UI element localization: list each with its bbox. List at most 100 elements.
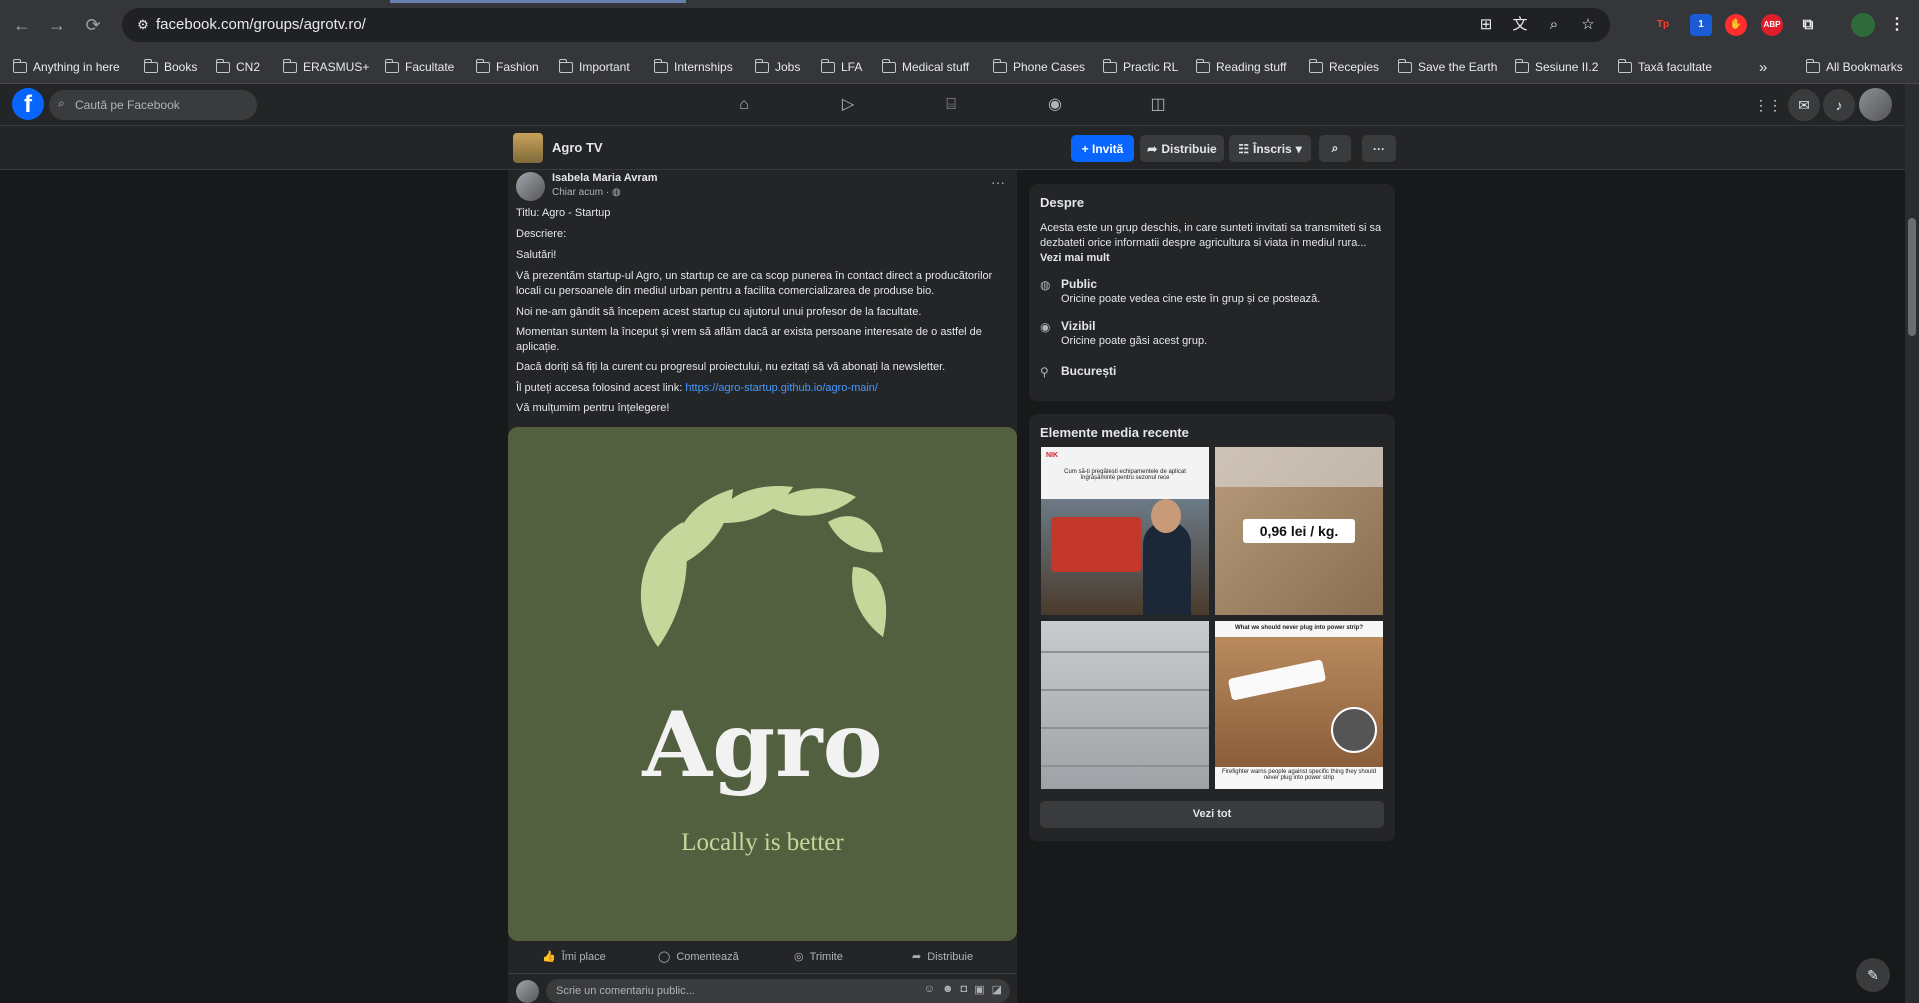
bookmark-folder[interactable]: CN2 [215,56,260,78]
share-post-button[interactable]: ➦ Distribuie [912,950,973,964]
extension-one-icon[interactable]: 1 [1690,14,1712,36]
gaming-icon[interactable]: ◫ [1144,92,1172,118]
post-image[interactable]: Agro Locally is better [508,427,1017,941]
tile-brand: NIK [1046,452,1059,459]
group-title[interactable]: Agro TV [552,140,603,155]
comment-input[interactable] [556,979,886,1003]
folder-icon [754,58,769,73]
extension-tp-icon[interactable]: Tp [1652,14,1674,36]
group-thumbnail[interactable] [513,133,543,163]
extensions-puzzle-icon[interactable]: ⧉ [1797,14,1819,36]
address-bar[interactable]: ⚙ facebook.com/groups/agrotv.ro/ ⊞ 文 ⌕ ☆ [122,8,1610,42]
group-more-icon[interactable]: ··· [1362,135,1396,162]
more-bookmarks-button[interactable]: » [1759,56,1767,78]
spreader-machine [1051,517,1141,572]
home-icon[interactable]: ⌂ [730,92,758,118]
forward-arrow-icon[interactable]: → [45,13,69,37]
facebook-logo-icon[interactable]: f [12,88,44,120]
bookmark-folder[interactable]: Phone Cases [992,56,1085,78]
bookmark-folder[interactable]: Taxă facultate [1617,56,1712,78]
location-pin-icon: ⚲ [1040,365,1049,379]
bookmark-folder[interactable]: Books [143,56,197,78]
extension-hand-icon[interactable]: ✋ [1725,14,1747,36]
groups-icon[interactable]: ◉ [1041,92,1069,118]
search-input[interactable] [75,90,251,120]
folder-icon [12,58,27,73]
account-avatar[interactable] [1859,88,1892,121]
about-description: Acesta este un grup deschis, in care sun… [1040,222,1382,264]
bookmark-folder[interactable]: Jobs [754,56,800,78]
facebook-search[interactable]: ⌕ [49,90,257,120]
folder-icon [143,58,158,73]
bookmark-folder[interactable]: Anything in here [12,56,120,78]
sticker-icon[interactable]: ◪ [992,983,1002,996]
media-tile-power-strip[interactable]: What we should never plug into power str… [1215,621,1383,789]
eye-icon: ◉ [1040,320,1051,334]
send-button[interactable]: ◎ Trimite [794,950,843,964]
scrollbar-thumb[interactable] [1908,218,1916,336]
bookmark-folder[interactable]: Save the Earth [1397,56,1497,78]
author-avatar[interactable] [516,172,545,201]
bookmark-folder[interactable]: Reading stuff [1195,56,1287,78]
menu-grid-icon[interactable]: ⋮⋮ [1752,89,1784,121]
bookmark-folder[interactable]: Sesiune II.2 [1514,56,1598,78]
new-message-compose-icon[interactable]: ✎ [1856,958,1890,992]
bookmark-star-icon[interactable]: ☆ [1578,15,1598,35]
all-bookmarks-button[interactable]: All Bookmarks [1805,56,1903,78]
video-icon[interactable]: ▷ [834,92,862,118]
like-button[interactable]: 👍 Îmi place [542,950,606,964]
bookmark-folder[interactable]: LFA [820,56,862,78]
profile-avatar-icon[interactable] [1851,13,1875,37]
bookmark-folder[interactable]: Important [558,56,630,78]
bookmark-folder[interactable]: Facultate [384,56,454,78]
install-app-icon[interactable]: ⊞ [1476,15,1496,35]
comment-button[interactable]: ◯ Comentează [658,950,739,964]
share-group-button[interactable]: ➦ Distribuie [1140,135,1224,162]
extension-abp-icon[interactable]: ABP [1761,14,1783,36]
see-all-button[interactable]: Vezi tot [1040,801,1384,828]
gif-icon[interactable]: ▣ [974,983,984,996]
tile-caption: Cum să-ți pregătești echipamentele de ap… [1064,469,1186,481]
translate-icon[interactable]: 文 [1510,15,1530,35]
media-tile-seeds[interactable]: 0,96 lei / kg. [1215,447,1383,615]
notifications-bell-icon[interactable]: ♪ [1823,89,1855,121]
back-arrow-icon[interactable]: ← [10,13,34,37]
joined-button[interactable]: ☷ Înscris ▾ [1229,135,1311,162]
zoom-icon[interactable]: ⌕ [1544,15,1564,35]
group-search-icon[interactable]: ⌕ [1319,135,1351,162]
comment-box[interactable]: ☺ ☻ ◘ ▣ ◪ [546,979,1010,1003]
post-line: Titlu: Agro - Startup [516,207,611,219]
media-tile-equipment[interactable]: NIK Cum să-ți pregătești echipamentele d… [1041,447,1209,615]
post-author[interactable]: Isabela Maria Avram [552,172,658,184]
site-info-icon[interactable]: ⚙ [134,16,152,34]
post-link[interactable]: https://agro-startup.github.io/agro-main… [685,382,878,394]
folder-icon [653,58,668,73]
media-tile-sacks[interactable] [1041,621,1209,789]
bookmark-folder[interactable]: ERASMUS+ [282,56,369,78]
post-line: Salutări! [516,249,557,261]
messenger-icon[interactable]: ✉ [1788,89,1820,121]
menu-kebab-icon[interactable]: ⋮ [1886,14,1908,36]
post-line: Momentan suntem la început și vrem să af… [516,326,982,353]
bookmark-folder[interactable]: Fashion [475,56,539,78]
see-more-link[interactable]: Vezi mai mult [1040,252,1110,264]
emoji-icon[interactable]: ☻ [942,983,954,996]
url-text[interactable]: facebook.com/groups/agrotv.ro/ [156,16,366,33]
bookmark-folder[interactable]: Recepies [1308,56,1379,78]
bookmark-folder[interactable]: Internships [653,56,733,78]
post-timestamp[interactable]: Chiar acum · ◍ [552,187,621,198]
bookmark-folder[interactable]: Practic RL [1102,56,1178,78]
reload-icon[interactable]: ⟳ [81,13,105,37]
recent-media-card: Elemente media recente NIK Cum să-ți pre… [1029,414,1395,841]
avatar-sticker-icon[interactable]: ☺ [924,983,935,996]
post-options-icon[interactable]: ··· [991,174,1005,190]
camera-icon[interactable]: ◘ [961,983,968,996]
post-line: Noi ne-am gândit să începem acest startu… [516,306,922,318]
folder-icon [881,58,896,73]
price-label: 0,96 lei / kg. [1243,519,1355,543]
marketplace-icon[interactable]: ⌸ [937,92,965,118]
commenter-avatar [516,980,539,1003]
page-scrollbar[interactable] [1905,84,1919,1003]
invite-button[interactable]: + Invită [1071,135,1134,162]
bookmark-folder[interactable]: Medical stuff [881,56,969,78]
